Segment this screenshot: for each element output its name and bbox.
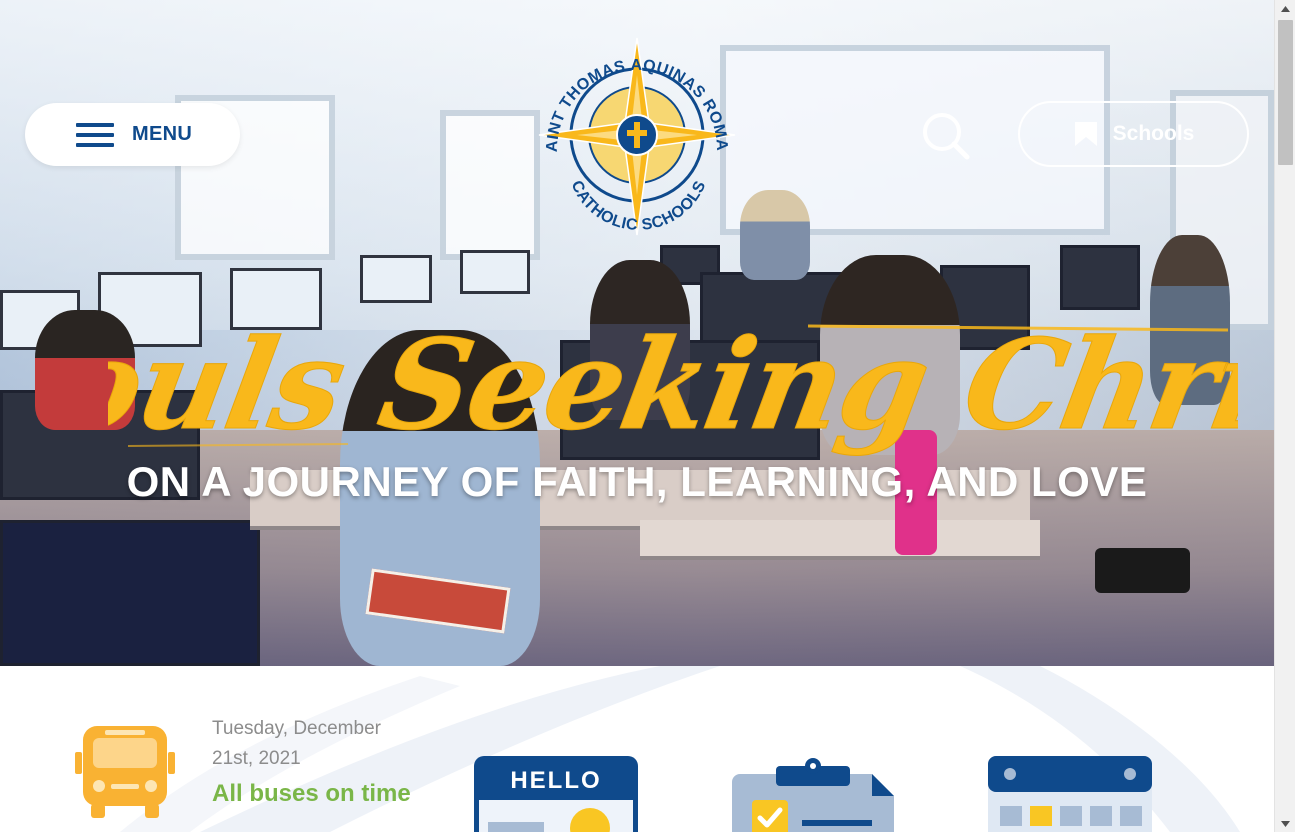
name-tag-label: HELLO [510, 767, 601, 794]
scroll-up-arrow-icon[interactable] [1275, 0, 1295, 17]
schools-label: Schools [1112, 122, 1195, 145]
clipboard-checklist-icon[interactable] [732, 756, 896, 832]
hero-subheadline: ON A JOURNEY OF FAITH, LEARNING, AND LOV… [126, 458, 1148, 505]
hero-photo-desk [640, 520, 1040, 560]
menu-label: MENU [132, 123, 193, 145]
bus-status-message[interactable]: All buses on time [212, 780, 412, 808]
bus-status-date: Tuesday, December 21st, 2021 [212, 718, 381, 769]
schools-button[interactable]: Schools [1018, 101, 1249, 167]
bookmark-icon [1074, 122, 1097, 146]
hero-photo-monitor [0, 520, 260, 666]
quick-links-section: Tuesday, December 21st, 2021 All buses o… [0, 666, 1274, 832]
search-icon [923, 113, 970, 160]
hero-headline: Souls Seeking Christ [0, 296, 1295, 476]
hero-photo-teacher [740, 190, 810, 280]
vertical-scrollbar[interactable] [1274, 0, 1295, 832]
scrollbar-thumb[interactable] [1278, 20, 1293, 165]
hamburger-icon [76, 122, 114, 147]
hero-photo-bag [1095, 548, 1190, 593]
school-logo[interactable]: SAINT THOMAS AQUINAS ROMAN CATHOLIC SCHO… [529, 17, 740, 240]
hero-photo-window [440, 110, 540, 260]
hero-headline-text: Souls Seeking Christ [108, 313, 1238, 458]
menu-button[interactable]: MENU [25, 103, 240, 166]
scroll-down-arrow-icon[interactable] [1275, 815, 1295, 832]
hero-photo-monitor [460, 250, 530, 294]
name-tag-icon[interactable]: HELLO [474, 756, 638, 832]
school-bus-icon [75, 726, 175, 818]
search-button[interactable] [920, 110, 972, 162]
calendar-icon[interactable] [988, 756, 1152, 832]
